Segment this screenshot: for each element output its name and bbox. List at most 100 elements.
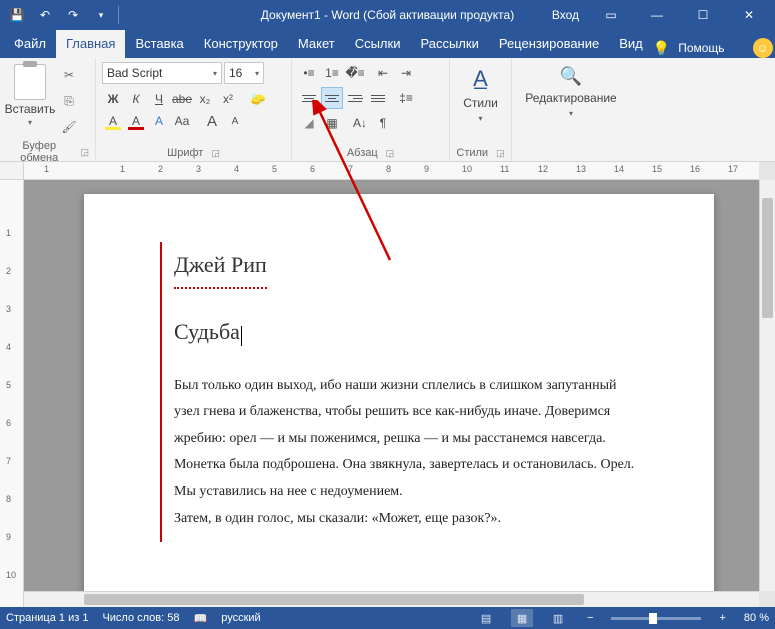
tell-me-label[interactable]: Помощь: [678, 41, 724, 55]
group-font: Bad Script▾ 16▾ Ж К Ч abe x₂ x² 🧽 A A A …: [96, 58, 292, 161]
justify-button[interactable]: [367, 87, 389, 109]
sign-in-link[interactable]: Вход: [544, 8, 587, 22]
chevron-down-icon: ▾: [255, 69, 259, 78]
dialog-launcher-icon[interactable]: ◲: [496, 148, 505, 159]
horizontal-ruler[interactable]: 11234567891011121314151617: [24, 162, 759, 180]
group-label-paragraph: Абзац: [347, 147, 378, 159]
borders-button[interactable]: ▦: [321, 112, 343, 134]
font-color-button[interactable]: A: [125, 110, 147, 132]
web-layout-icon[interactable]: ▥: [547, 609, 569, 627]
bold-button[interactable]: Ж: [102, 88, 124, 110]
title-text[interactable]: Судьба: [174, 311, 240, 353]
scrollbar-thumb[interactable]: [762, 198, 773, 318]
group-styles: A̲ Стили ▾ Стили◲: [450, 58, 512, 161]
decrease-indent-button[interactable]: ⇤: [372, 62, 394, 84]
multilevel-list-button[interactable]: �ົ≡: [344, 62, 366, 84]
shrink-font-button[interactable]: A: [224, 110, 246, 132]
tab-view[interactable]: Вид: [609, 30, 653, 58]
ribbon-display-options-icon[interactable]: ▭: [589, 0, 633, 30]
ruler-corner: [0, 162, 24, 180]
zoom-in-button[interactable]: +: [715, 612, 729, 624]
chevron-down-icon: ▾: [213, 69, 217, 78]
styles-button[interactable]: A̲ Стили ▾: [455, 62, 506, 123]
tell-me-bulb-icon[interactable]: 💡: [653, 40, 670, 57]
align-center-button[interactable]: [321, 87, 343, 109]
feedback-smiley-icon[interactable]: ☺: [753, 38, 773, 58]
margin-line: [160, 242, 162, 542]
group-label-clipboard: Буфер обмена: [6, 140, 72, 164]
find-icon: 🔍: [560, 66, 582, 87]
cut-icon[interactable]: ✂: [58, 64, 80, 86]
print-layout-icon[interactable]: ▦: [511, 609, 533, 627]
font-name-value: Bad Script: [107, 66, 162, 80]
zoom-slider[interactable]: [611, 617, 701, 620]
superscript-button[interactable]: x²: [217, 88, 239, 110]
tab-review[interactable]: Рецензирование: [489, 30, 609, 58]
document-area: 11234567891011121314151617 12345678910 Д…: [0, 162, 775, 607]
ribbon-tabs: Файл Главная Вставка Конструктор Макет С…: [0, 30, 775, 58]
grow-font-button[interactable]: A: [201, 110, 223, 132]
dialog-launcher-icon[interactable]: ◲: [386, 148, 395, 159]
status-word-count[interactable]: Число слов: 58: [102, 612, 179, 624]
change-case-button[interactable]: Aa: [171, 110, 193, 132]
author-text[interactable]: Джей Рип: [174, 244, 267, 289]
separator: [118, 6, 119, 24]
format-painter-icon[interactable]: 🖌: [58, 116, 80, 138]
font-name-combo[interactable]: Bad Script ▾: [102, 62, 222, 84]
zoom-level[interactable]: 80 %: [744, 612, 769, 624]
shading-button[interactable]: ◢: [298, 112, 320, 134]
underline-button[interactable]: Ч: [148, 88, 170, 110]
status-bar: Страница 1 из 1 Число слов: 58 📖 русский…: [0, 607, 775, 629]
dialog-launcher-icon[interactable]: ◲: [80, 147, 89, 158]
chevron-down-icon: ▾: [569, 109, 573, 118]
page[interactable]: Джей Рип Судьба Был только один выход, и…: [84, 194, 714, 591]
redo-icon[interactable]: ↷: [60, 2, 86, 28]
sort-button[interactable]: A↓: [349, 112, 371, 134]
save-icon[interactable]: 💾: [4, 2, 30, 28]
clear-formatting-icon[interactable]: 🧽: [247, 88, 269, 110]
editing-button[interactable]: 🔍 Редактирование ▾: [517, 62, 624, 118]
tab-layout[interactable]: Макет: [288, 30, 345, 58]
align-right-button[interactable]: [344, 87, 366, 109]
document-content[interactable]: Джей Рип Судьба Был только один выход, и…: [174, 244, 674, 532]
tab-insert[interactable]: Вставка: [125, 30, 193, 58]
undo-icon[interactable]: ↶: [32, 2, 58, 28]
font-size-combo[interactable]: 16▾: [224, 62, 264, 84]
read-mode-icon[interactable]: ▤: [475, 609, 497, 627]
scrollbar-thumb[interactable]: [84, 594, 584, 605]
page-viewport[interactable]: Джей Рип Судьба Был только один выход, и…: [24, 180, 759, 591]
align-left-button[interactable]: [298, 87, 320, 109]
close-button[interactable]: ✕: [727, 0, 771, 30]
maximize-button[interactable]: ☐: [681, 0, 725, 30]
status-page[interactable]: Страница 1 из 1: [6, 612, 88, 624]
tab-design[interactable]: Конструктор: [194, 30, 288, 58]
italic-button[interactable]: К: [125, 88, 147, 110]
qat-customize-icon[interactable]: ▾: [88, 2, 114, 28]
body-paragraph[interactable]: Был только один выход, ибо наши жизни сп…: [174, 373, 674, 533]
vertical-scrollbar[interactable]: [759, 180, 775, 591]
dialog-launcher-icon[interactable]: ◲: [211, 148, 220, 159]
tab-references[interactable]: Ссылки: [345, 30, 411, 58]
increase-indent-button[interactable]: ⇥: [395, 62, 417, 84]
quick-access-toolbar: 💾 ↶ ↷ ▾: [0, 2, 121, 28]
horizontal-scrollbar[interactable]: [24, 591, 759, 607]
minimize-button[interactable]: —: [635, 0, 679, 30]
zoom-slider-knob[interactable]: [649, 613, 657, 624]
status-language[interactable]: русский: [221, 612, 260, 624]
text-effects-button[interactable]: A: [148, 110, 170, 132]
tab-mailings[interactable]: Рассылки: [410, 30, 488, 58]
numbering-button[interactable]: 1≡: [321, 62, 343, 84]
spellcheck-icon[interactable]: 📖: [194, 612, 208, 625]
highlight-color-button[interactable]: A: [102, 110, 124, 132]
paste-button[interactable]: Вставить ▾: [6, 62, 54, 127]
tab-home[interactable]: Главная: [56, 30, 125, 58]
bullets-button[interactable]: •≡: [298, 62, 320, 84]
zoom-out-button[interactable]: −: [583, 612, 597, 624]
vertical-ruler[interactable]: 12345678910: [0, 180, 24, 607]
strikethrough-button[interactable]: abe: [171, 88, 193, 110]
tab-file[interactable]: Файл: [4, 30, 56, 58]
subscript-button[interactable]: x₂: [194, 88, 216, 110]
line-spacing-button[interactable]: ‡≡: [395, 87, 417, 109]
copy-icon[interactable]: ⎘: [58, 90, 80, 112]
show-marks-button[interactable]: ¶: [372, 112, 394, 134]
